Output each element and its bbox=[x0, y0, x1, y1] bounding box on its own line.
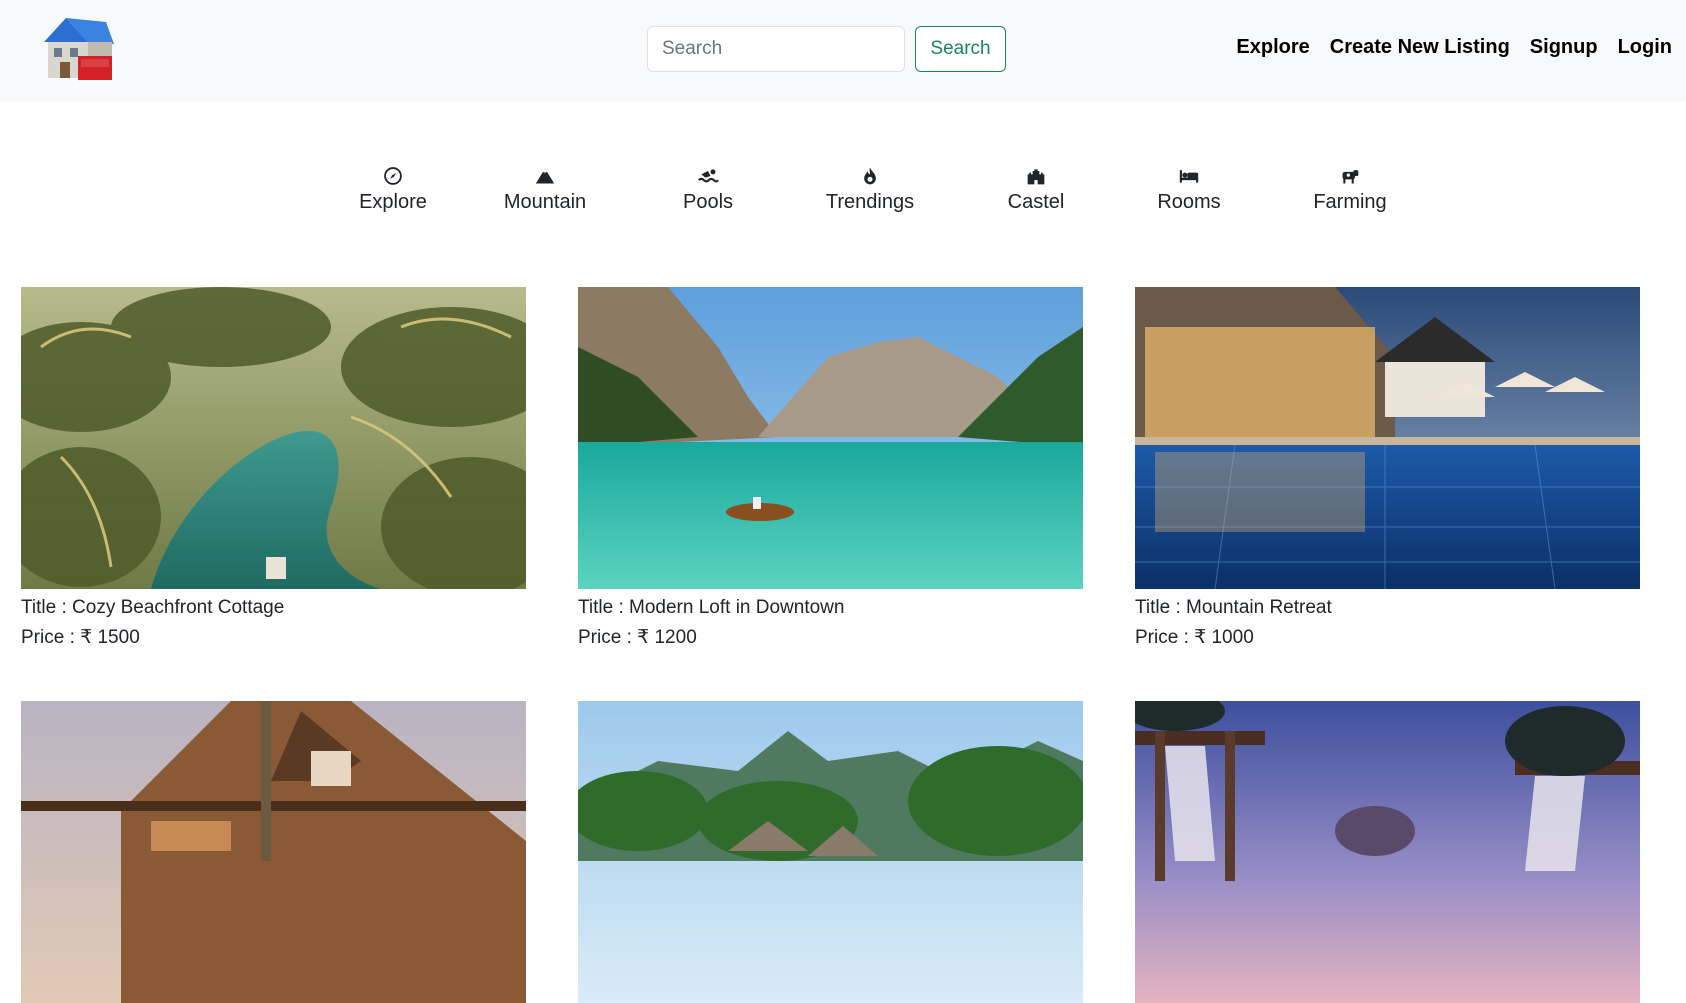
search-input[interactable] bbox=[647, 26, 905, 72]
filter-rooms[interactable]: Rooms bbox=[1124, 162, 1254, 214]
nav-links: Explore Create New Listing Signup Login bbox=[1236, 36, 1672, 59]
nav-link-explore[interactable]: Explore bbox=[1236, 36, 1309, 59]
listing-image[interactable] bbox=[1135, 701, 1640, 1003]
search-button[interactable]: Search bbox=[915, 26, 1006, 72]
mountain-icon bbox=[535, 168, 555, 184]
listing-card[interactable] bbox=[578, 701, 1083, 1003]
filter-explore[interactable]: Explore bbox=[328, 162, 458, 214]
listing-card[interactable]: Title : Cozy Beachfront Cottage Price : … bbox=[21, 287, 526, 653]
nav-link-create-new-listing[interactable]: Create New Listing bbox=[1330, 36, 1510, 59]
category-filters: Explore Mountain Pools Trendings Castel bbox=[0, 162, 1686, 232]
filter-trendings[interactable]: Trendings bbox=[805, 162, 935, 214]
swimmer-icon bbox=[698, 169, 719, 183]
filter-mountain[interactable]: Mountain bbox=[480, 162, 610, 214]
listing-card[interactable] bbox=[1135, 701, 1640, 1003]
compass-icon bbox=[384, 167, 402, 185]
filter-farming[interactable]: Farming bbox=[1285, 162, 1415, 214]
listing-price: Price : ₹ 1200 bbox=[578, 627, 697, 648]
listing-title: Title : Cozy Beachfront Cottage bbox=[21, 597, 285, 618]
listing-image[interactable] bbox=[1135, 287, 1640, 589]
filter-label: Farming bbox=[1313, 191, 1387, 213]
listing-price: Price : ₹ 1500 bbox=[21, 627, 140, 648]
bed-icon bbox=[1179, 170, 1199, 183]
nav-link-login[interactable]: Login bbox=[1618, 36, 1672, 59]
cow-icon bbox=[1342, 170, 1359, 184]
filter-label: Mountain bbox=[503, 191, 587, 213]
listing-image[interactable] bbox=[578, 287, 1083, 589]
listing-image[interactable] bbox=[21, 701, 526, 1003]
listing-card[interactable] bbox=[21, 701, 526, 1003]
listing-price: Price : ₹ 1000 bbox=[1135, 627, 1254, 648]
navbar: Search Explore Create New Listing Signup… bbox=[0, 0, 1686, 101]
filter-castel[interactable]: Castel bbox=[971, 162, 1101, 214]
filter-pools[interactable]: Pools bbox=[643, 162, 773, 214]
listing-card[interactable]: Title : Modern Loft in Downtown Price : … bbox=[578, 287, 1083, 653]
nav-link-signup[interactable]: Signup bbox=[1530, 36, 1598, 59]
filter-label: Explore bbox=[359, 191, 427, 213]
listing-title: Title : Modern Loft in Downtown bbox=[578, 597, 845, 618]
listing-card[interactable]: Title : Mountain Retreat Price : ₹ 1000 bbox=[1135, 287, 1640, 653]
listing-image[interactable] bbox=[578, 701, 1083, 1003]
fire-icon bbox=[864, 167, 876, 185]
filter-label: Pools bbox=[682, 191, 734, 213]
listing-title: Title : Mountain Retreat bbox=[1135, 597, 1332, 618]
house-for-rent-logo[interactable] bbox=[36, 12, 120, 82]
filter-label: Trendings bbox=[825, 191, 915, 213]
castle-icon bbox=[1027, 169, 1045, 185]
filter-label: Rooms bbox=[1157, 191, 1221, 213]
filter-label: Castel bbox=[1007, 191, 1065, 213]
listing-image[interactable] bbox=[21, 287, 526, 589]
